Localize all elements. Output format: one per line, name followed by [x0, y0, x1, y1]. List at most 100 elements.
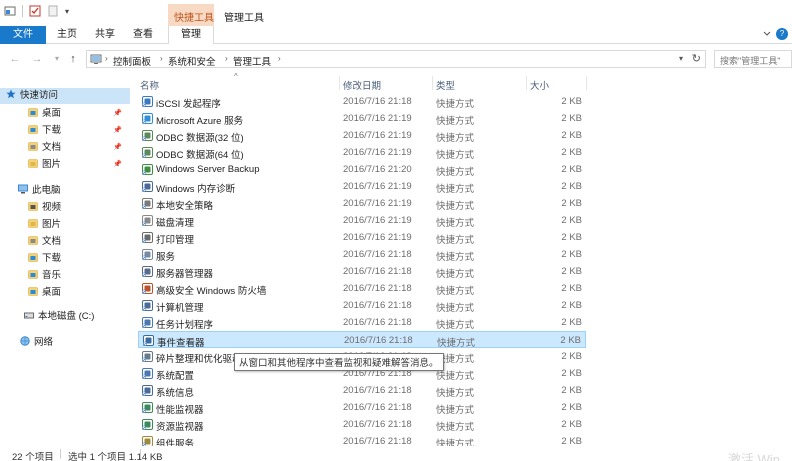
properties-icon[interactable]	[29, 5, 41, 17]
file-type: 快捷方式	[436, 303, 475, 314]
file-row[interactable]: 事件查看器 2016/7/16 21:18 快捷方式 2 KB	[138, 331, 586, 349]
sidebar-item[interactable]: 音乐	[28, 268, 61, 284]
sidebar-item[interactable]: 图片	[28, 157, 61, 173]
file-row[interactable]: Windows 内存诊断 2016/7/16 21:19 快捷方式 2 KB	[138, 178, 586, 195]
file-type: 快捷方式	[436, 286, 475, 297]
tab-view[interactable]: 查看	[128, 26, 158, 44]
file-row[interactable]: 性能监视器 2016/7/16 21:18 快捷方式 2 KB	[138, 399, 586, 416]
firewall-icon	[142, 283, 153, 294]
sidebar-item-label: 文档	[42, 236, 62, 247]
sidebar-item[interactable]: 文档	[28, 140, 61, 156]
computer-management-icon	[142, 300, 153, 311]
address-bar[interactable]: › 控制面板 › 系统和安全 › 管理工具 › ▾ ↻	[86, 50, 706, 68]
navigation-bar: ← → ▾ ↑ › 控制面板 › 系统和安全 › 管理工具 › ▾ ↻ 搜索"管…	[0, 48, 792, 70]
tab-file[interactable]: 文件	[0, 26, 46, 44]
pictures-folder-icon	[28, 219, 38, 228]
download-folder-icon	[28, 125, 38, 134]
app-icon[interactable]	[4, 5, 16, 17]
breadcrumb-system-security[interactable]: 系统和安全	[168, 54, 216, 68]
file-row[interactable]: 本地安全策略 2016/7/16 21:19 快捷方式 2 KB	[138, 195, 586, 212]
recent-locations-chevron-icon[interactable]: ▾	[50, 52, 64, 66]
file-size: 2 KB	[560, 335, 581, 346]
sidebar-item[interactable]: 视频	[28, 200, 61, 216]
file-name: 资源监视器	[156, 422, 204, 433]
resource-monitor-icon	[142, 419, 153, 430]
tab-share[interactable]: 共享	[90, 26, 120, 44]
forward-arrow-icon[interactable]: →	[30, 52, 44, 66]
column-header: ^ 名称 修改日期 类型 大小	[136, 72, 786, 92]
file-row[interactable]: ODBC 数据源(32 位) 2016/7/16 21:19 快捷方式 2 KB	[138, 127, 586, 144]
sidebar-item-label: 快速访问	[20, 90, 59, 101]
status-bar: 22 个项目 选中 1 个项目 1.14 KB	[0, 446, 792, 461]
file-size: 2 KB	[561, 249, 582, 260]
tab-manage[interactable]: 管理	[168, 26, 214, 44]
file-date: 2016/7/16 21:18	[343, 317, 412, 328]
breadcrumb-control-panel[interactable]: 控制面板	[113, 54, 151, 68]
file-row[interactable]: 高级安全 Windows 防火墙 2016/7/16 21:18 快捷方式 2 KB	[138, 280, 586, 297]
column-name[interactable]: 名称	[140, 78, 159, 92]
breadcrumb-separator-icon[interactable]: ›	[225, 54, 228, 63]
file-name: 磁盘清理	[156, 218, 195, 229]
sidebar-item[interactable]: 本地磁盘 (C:)	[24, 309, 94, 325]
file-row[interactable]: 计算机管理 2016/7/16 21:18 快捷方式 2 KB	[138, 297, 586, 314]
customize-qat-dropdown[interactable]: ▾	[65, 7, 69, 16]
file-size: 2 KB	[561, 130, 582, 141]
context-tab-group: 快捷工具	[168, 4, 214, 26]
chevron-down-icon[interactable]	[762, 29, 772, 39]
sidebar-item[interactable]: 桌面	[28, 106, 61, 122]
sidebar-item[interactable]: 网络	[20, 335, 53, 351]
file-row[interactable]: 系统信息 2016/7/16 21:18 快捷方式 2 KB	[138, 382, 586, 399]
file-size: 2 KB	[561, 317, 582, 328]
file-date: 2016/7/16 21:19	[343, 181, 412, 192]
pictures-folder-icon	[28, 159, 38, 168]
file-row[interactable]: ODBC 数据源(64 位) 2016/7/16 21:19 快捷方式 2 KB	[138, 144, 586, 161]
file-date: 2016/7/16 21:18	[343, 249, 412, 260]
file-row[interactable]: Windows Server Backup 2016/7/16 21:20 快捷方式…	[138, 161, 586, 178]
file-row[interactable]: 资源监视器 2016/7/16 21:18 快捷方式 2 KB	[138, 416, 586, 433]
file-row[interactable]: 打印管理 2016/7/16 21:19 快捷方式 2 KB	[138, 229, 586, 246]
file-row[interactable]: 服务器管理器 2016/7/16 21:18 快捷方式 2 KB	[138, 263, 586, 280]
sidebar-item-label: 桌面	[42, 108, 62, 119]
pin-icon: 📌	[113, 127, 122, 134]
breadcrumb-separator-icon[interactable]: ›	[105, 54, 108, 63]
sidebar-item[interactable]: 文档	[28, 234, 61, 250]
system-info-icon	[142, 385, 153, 396]
sidebar-item[interactable]: 桌面	[28, 285, 61, 301]
new-folder-icon[interactable]	[47, 5, 59, 17]
address-dropdown-icon[interactable]: ▾	[679, 54, 683, 63]
up-arrow-icon[interactable]: ↑	[66, 52, 80, 66]
selection-info: 选中 1 个项目 1.14 KB	[68, 452, 163, 461]
tab-home[interactable]: 主页	[52, 26, 82, 44]
file-type: 快捷方式	[436, 201, 475, 212]
help-icon[interactable]: ?	[776, 28, 788, 40]
search-box[interactable]: 搜索"管理工具"	[714, 50, 792, 68]
refresh-icon[interactable]: ↻	[692, 52, 701, 65]
file-type: 快捷方式	[436, 218, 475, 229]
file-row[interactable]: iSCSI 发起程序 2016/7/16 21:18 快捷方式 2 KB	[138, 93, 586, 110]
file-row[interactable]: Microsoft Azure 服务 2016/7/16 21:19 快捷方式 2 K…	[138, 110, 586, 127]
sidebar-item[interactable]: 图片	[28, 217, 61, 233]
file-name: ODBC 数据源(64 位)	[156, 150, 244, 161]
sidebar-item[interactable]: 快速访问	[0, 88, 130, 104]
file-row[interactable]: 服务 2016/7/16 21:18 快捷方式 2 KB	[138, 246, 586, 263]
file-name: 服务	[156, 252, 176, 263]
sidebar-item[interactable]: 下载	[28, 123, 61, 139]
breadcrumb-separator-icon[interactable]: ›	[160, 54, 163, 63]
sidebar-item-label: 下载	[42, 125, 62, 136]
breadcrumb-separator-icon[interactable]: ›	[278, 54, 281, 63]
back-arrow-icon[interactable]: ←	[8, 52, 22, 66]
desktop-folder-icon	[28, 108, 38, 117]
file-row[interactable]: 磁盘清理 2016/7/16 21:19 快捷方式 2 KB	[138, 212, 586, 229]
task-scheduler-icon	[142, 317, 153, 328]
file-size: 2 KB	[561, 385, 582, 396]
column-date[interactable]: 修改日期	[343, 78, 381, 92]
breadcrumb-admin-tools[interactable]: 管理工具	[233, 54, 271, 68]
file-row[interactable]: 任务计划程序 2016/7/16 21:18 快捷方式 2 KB	[138, 314, 586, 331]
file-date: 2016/7/16 21:18	[343, 402, 412, 413]
sidebar-item[interactable]: 下载	[28, 251, 61, 267]
file-type: 快捷方式	[436, 184, 475, 195]
file-date: 2016/7/16 21:20	[343, 164, 412, 175]
sidebar-item[interactable]: 此电脑	[18, 183, 61, 199]
column-size[interactable]: 大小	[530, 78, 549, 92]
column-type[interactable]: 类型	[436, 78, 455, 92]
